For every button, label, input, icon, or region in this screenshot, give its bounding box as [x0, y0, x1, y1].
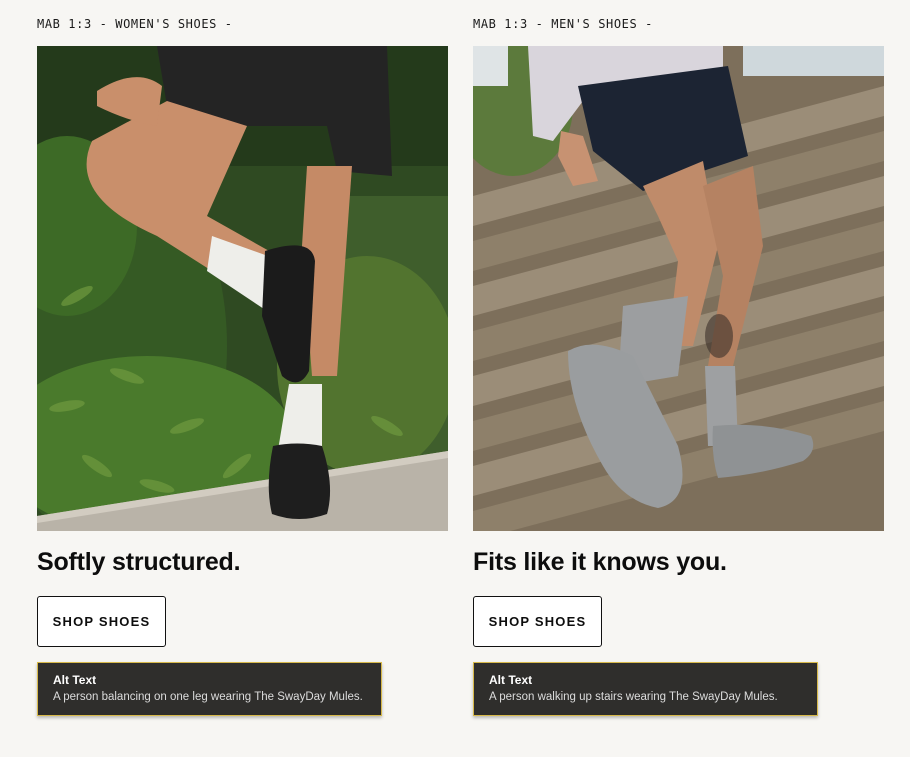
shop-shoes-button[interactable]: SHOP SHOES — [473, 596, 602, 647]
alt-text-description: A person balancing on one leg wearing Th… — [53, 691, 363, 703]
alt-text-box: Alt Text A person walking up stairs wear… — [473, 662, 818, 716]
module-headline: Fits like it knows you. — [473, 548, 727, 576]
womens-shoes-photo[interactable] — [37, 46, 448, 531]
module-headline: Softly structured. — [37, 548, 241, 576]
alt-text-title: Alt Text — [53, 673, 97, 687]
alt-text-description: A person walking up stairs wearing The S… — [489, 691, 778, 703]
module-eyebrow-label: MAB 1:3 - WOMEN'S SHOES - — [37, 17, 233, 31]
alt-text-title: Alt Text — [489, 673, 533, 687]
alt-text-box: Alt Text A person balancing on one leg w… — [37, 662, 382, 716]
mens-shoes-photo[interactable] — [473, 46, 884, 531]
shop-shoes-button[interactable]: SHOP SHOES — [37, 596, 166, 647]
module-eyebrow-label: MAB 1:3 - MEN'S SHOES - — [473, 17, 653, 31]
